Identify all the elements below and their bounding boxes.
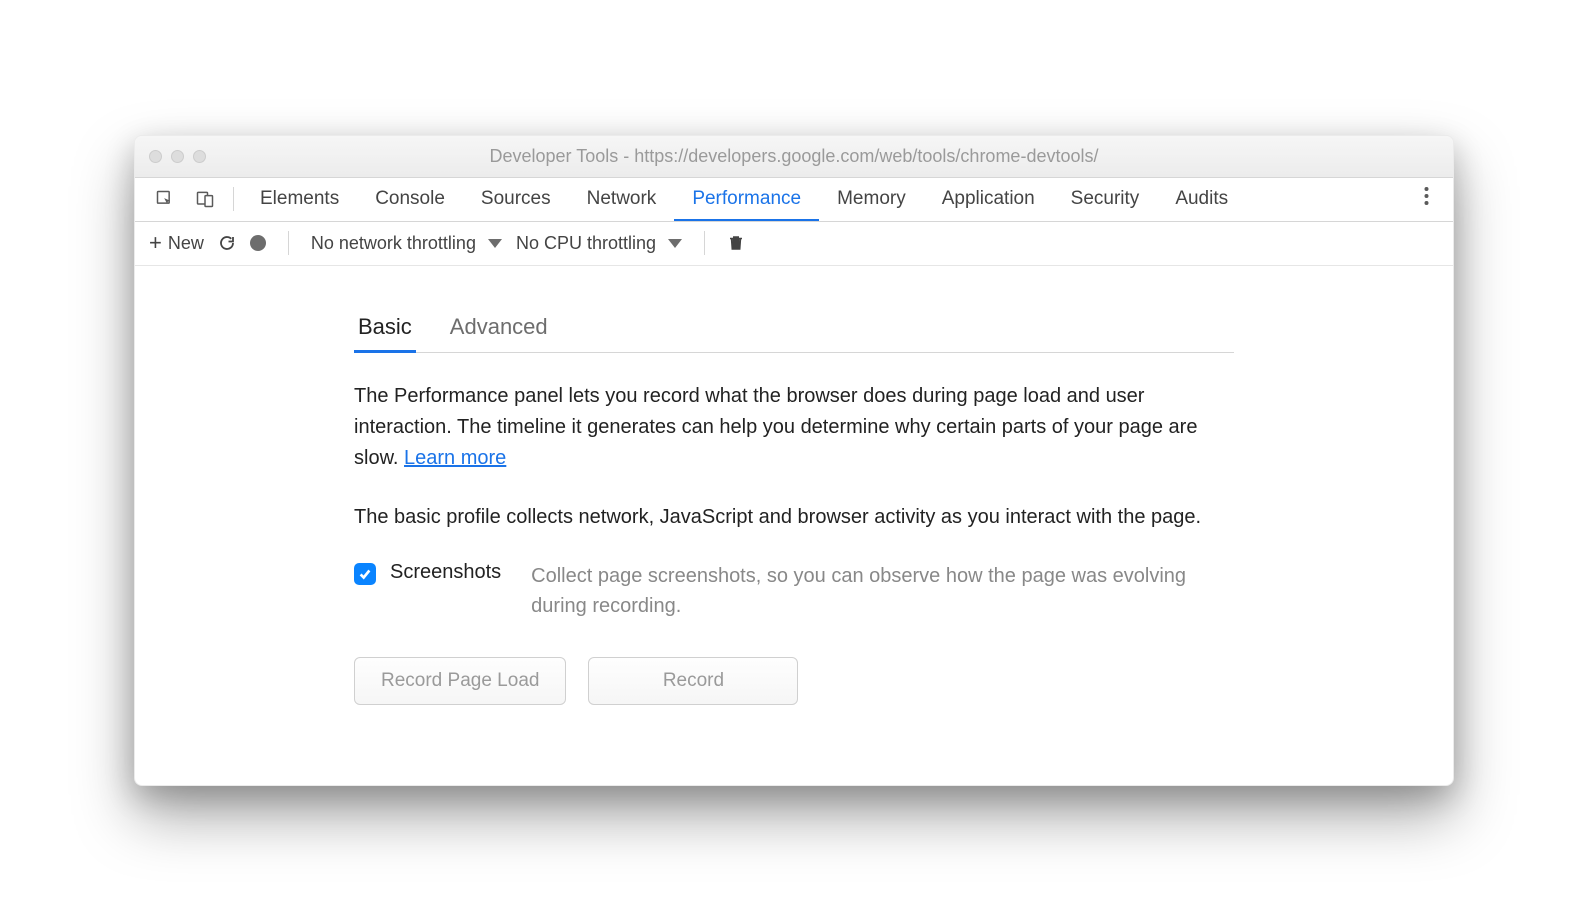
inspect-icon[interactable] <box>145 189 185 209</box>
maximize-dot[interactable] <box>193 150 206 163</box>
separator <box>288 231 289 255</box>
record-circle-icon <box>250 235 266 251</box>
plus-icon: + <box>149 230 162 256</box>
new-recording-button[interactable]: + New <box>149 230 204 256</box>
screenshots-option: Screenshots Collect page screenshots, so… <box>354 561 1234 621</box>
chevron-down-icon <box>488 239 502 248</box>
chevron-down-icon <box>668 239 682 248</box>
learn-more-link[interactable]: Learn more <box>404 447 506 469</box>
tab-console[interactable]: Console <box>357 178 463 221</box>
action-buttons: Record Page Load Record <box>354 657 1234 705</box>
tab-performance[interactable]: Performance <box>674 178 819 221</box>
traffic-lights <box>149 150 206 163</box>
devtools-window: Developer Tools - https://developers.goo… <box>134 135 1454 786</box>
tab-security[interactable]: Security <box>1053 178 1158 221</box>
cpu-throttling-label: No CPU throttling <box>516 233 656 254</box>
screenshots-label: Screenshots <box>390 561 501 584</box>
network-throttling-label: No network throttling <box>311 233 476 254</box>
tab-sources[interactable]: Sources <box>463 178 569 221</box>
main-tabs: Elements Console Sources Network Perform… <box>135 178 1453 222</box>
network-throttling-select[interactable]: No network throttling <box>311 233 502 254</box>
reload-button[interactable] <box>218 234 236 252</box>
close-dot[interactable] <box>149 150 162 163</box>
clear-button[interactable] <box>727 233 745 253</box>
tab-memory[interactable]: Memory <box>819 178 924 221</box>
subtab-advanced[interactable]: Advanced <box>446 306 552 352</box>
cpu-throttling-select[interactable]: No CPU throttling <box>516 233 682 254</box>
screenshots-desc: Collect page screenshots, so you can obs… <box>531 561 1234 621</box>
new-label: New <box>168 233 204 254</box>
tab-elements[interactable]: Elements <box>242 178 357 221</box>
intro-paragraph: The Performance panel lets you record wh… <box>354 381 1234 474</box>
subtabs: Basic Advanced <box>354 306 1234 353</box>
record-button[interactable]: Record <box>588 657 798 705</box>
separator <box>233 187 234 211</box>
screenshots-checkbox[interactable] <box>354 563 376 585</box>
basic-description: The basic profile collects network, Java… <box>354 502 1234 533</box>
minimize-dot[interactable] <box>171 150 184 163</box>
perf-panel: Basic Advanced The Performance panel let… <box>135 266 1453 785</box>
window-title: Developer Tools - https://developers.goo… <box>149 146 1439 167</box>
titlebar: Developer Tools - https://developers.goo… <box>135 136 1453 178</box>
tab-audits[interactable]: Audits <box>1157 178 1246 221</box>
tab-network[interactable]: Network <box>569 178 675 221</box>
separator <box>704 231 705 255</box>
record-page-load-button[interactable]: Record Page Load <box>354 657 566 705</box>
subtab-basic[interactable]: Basic <box>354 306 416 353</box>
tab-application[interactable]: Application <box>924 178 1053 221</box>
device-toggle-icon[interactable] <box>185 189 225 209</box>
more-icon[interactable] <box>1410 186 1443 212</box>
record-indicator[interactable] <box>250 235 266 251</box>
perf-toolbar: + New No network throttling No CPU throt… <box>135 222 1453 266</box>
